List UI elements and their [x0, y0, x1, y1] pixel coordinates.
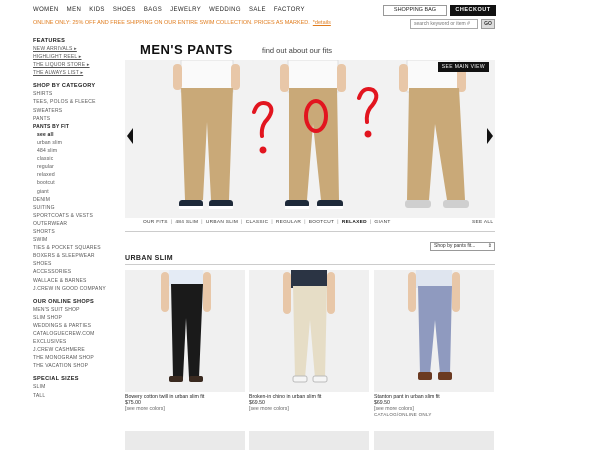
sidebar-item-shirts[interactable]: SHIRTS — [33, 90, 123, 98]
features-heading: FEATURES — [33, 38, 66, 44]
page-subtitle: find out about our fits — [262, 46, 333, 55]
sidebar-item-wallace-barnes[interactable]: WALLACE & BARNES — [33, 277, 123, 285]
promo-banner: ONLINE ONLY: 25% OFF AND FREE SHIPPING O… — [33, 20, 331, 26]
catalog-online-only-badge: CATALOG/ONLINE ONLY — [374, 412, 432, 417]
see-more-colors-link[interactable]: [see more colors] — [249, 406, 369, 412]
nav-factory[interactable]: FACTORY — [274, 7, 305, 13]
fit-urban-slim[interactable]: urban slim — [33, 139, 123, 147]
nav-men[interactable]: MEN — [67, 7, 82, 13]
fits-bar: OUR FITS | 484 SLIM | URBAN SLIM | CLASSIC |… — [143, 220, 391, 225]
sidebar-item-suit-shop[interactable]: MEN'S SUIT SHOP — [33, 306, 123, 314]
fit-bootcut[interactable]: bootcut — [33, 179, 123, 187]
sidebar-item-slim[interactable]: SLIM — [33, 383, 123, 391]
product-card[interactable]: Broken-in chino in urban slim fit $69.50… — [249, 270, 369, 412]
nav-sale[interactable]: SALE — [249, 7, 266, 13]
sidebar-item-highlight-reel[interactable]: HIGHLIGHT REEL ▸ — [33, 53, 123, 61]
see-all-link[interactable]: SEE ALL — [472, 220, 493, 225]
product-card[interactable]: Bowery cotton twill in urban slim fit $7… — [125, 270, 245, 412]
sidebar-item-always-list[interactable]: THE ALWAYS LIST ▸ — [33, 69, 123, 77]
fits-bar-regular[interactable]: REGULAR — [276, 220, 301, 225]
nav-shoes[interactable]: SHOES — [113, 7, 136, 13]
next-row-product-teaser — [249, 431, 369, 450]
sidebar-item-slim-shop[interactable]: SLIM SHOP — [33, 314, 123, 322]
hero-models-illustration — [173, 60, 469, 209]
nav-jewelry[interactable]: JEWELRY — [170, 7, 201, 13]
carousel-prev-icon[interactable] — [127, 128, 133, 144]
sidebar-item-pants-by-fit[interactable]: PANTS BY FIT — [33, 123, 123, 131]
sidebar: FEATURES NEW ARRIVALS ▸ HIGHLIGHT REEL ▸… — [33, 38, 123, 400]
hero-banner: SEE MAIN VIEW — [125, 60, 495, 218]
product-image[interactable] — [249, 270, 369, 392]
sidebar-item-vacation[interactable]: THE VACATION SHOP — [33, 362, 123, 370]
carousel-next-icon[interactable] — [487, 128, 493, 144]
product-card[interactable]: Stanton pant in urban slim fit $69.50 [s… — [374, 270, 494, 417]
sidebar-item-shoes[interactable]: SHOES — [33, 260, 123, 268]
section-title-divider — [125, 264, 495, 265]
fit-relaxed[interactable]: relaxed — [33, 171, 123, 179]
special-sizes-heading: SPECIAL SIZES — [33, 376, 79, 383]
fits-bar-relaxed[interactable]: RELAXED — [342, 220, 367, 225]
fits-bar-urban-slim[interactable]: URBAN SLIM — [206, 220, 238, 225]
nav-women[interactable]: WOMEN — [33, 7, 59, 13]
sidebar-item-shorts[interactable]: SHORTS — [33, 228, 123, 236]
top-nav: WOMEN MEN KIDS SHOES BAGS JEWELRY WEDDIN… — [33, 7, 305, 13]
sidebar-item-swim[interactable]: SWIM — [33, 236, 123, 244]
category-heading: SHOP BY CATEGORY — [33, 83, 96, 90]
sidebar-item-ties[interactable]: TIES & POCKET SQUARES — [33, 244, 123, 252]
sidebar-item-sportcoats[interactable]: SPORTCOATS & VESTS — [33, 212, 123, 220]
sort-select-label: Shop by pants fit... — [434, 243, 476, 249]
shopping-bag-button[interactable]: SHOPPING BAG — [383, 5, 447, 16]
promo-details-link[interactable]: *details — [313, 20, 331, 26]
model-center — [280, 60, 346, 209]
nav-wedding[interactable]: WEDDING — [209, 7, 241, 13]
nav-kids[interactable]: KIDS — [89, 7, 105, 13]
sidebar-item-sweaters[interactable]: SWEATERS — [33, 107, 123, 115]
search-go-button[interactable]: GO — [481, 19, 495, 29]
sidebar-item-cashmere[interactable]: J.CREW CASHMERE — [33, 346, 123, 354]
next-row-product-teaser — [125, 431, 245, 450]
page-title: MEN'S PANTS — [140, 42, 233, 57]
sidebar-item-cataloguecrew[interactable]: CATALOGUECREW.COM EXCLUSIVES — [33, 330, 123, 346]
sidebar-item-outerwear[interactable]: OUTERWEAR — [33, 220, 123, 228]
see-more-colors-link[interactable]: [see more colors] — [125, 406, 245, 412]
checkout-button[interactable]: CHECKOUT — [450, 5, 496, 16]
promo-text: ONLINE ONLY: 25% OFF AND FREE SHIPPING O… — [33, 20, 310, 26]
sidebar-item-pants[interactable]: PANTS — [33, 115, 123, 123]
sidebar-item-in-good-company[interactable]: J.CREW IN GOOD COMPANY — [33, 285, 123, 293]
product-image[interactable] — [374, 270, 494, 392]
sort-by-fit-select[interactable]: Shop by pants fit... ⇕ — [430, 242, 495, 251]
fits-bar-classic[interactable]: CLASSIC — [246, 220, 269, 225]
see-main-view-button[interactable]: SEE MAIN VIEW — [437, 62, 489, 72]
sidebar-item-tall[interactable]: TALL — [33, 392, 123, 400]
nav-bags[interactable]: BAGS — [144, 7, 162, 13]
sidebar-item-liquor-store[interactable]: THE LIQUOR STORE ▸ — [33, 61, 123, 69]
chevron-updown-icon: ⇕ — [487, 243, 492, 249]
sidebar-item-monogram[interactable]: THE MONOGRAM SHOP — [33, 354, 123, 362]
next-row-product-teaser — [374, 431, 494, 450]
model-right — [399, 60, 469, 208]
fits-bar-our-fits: OUR FITS — [143, 220, 168, 225]
sidebar-item-suiting[interactable]: SUITING — [33, 204, 123, 212]
model-left — [173, 60, 240, 209]
fit-see-all[interactable]: see all — [33, 131, 123, 139]
fits-bar-484-slim[interactable]: 484 SLIM — [175, 220, 198, 225]
fit-classic[interactable]: classic — [33, 155, 123, 163]
fits-bar-giant[interactable]: GIANT — [374, 220, 390, 225]
sidebar-item-tees[interactable]: TEES, POLOS & FLEECE — [33, 98, 123, 106]
sidebar-item-denim[interactable]: DENIM — [33, 196, 123, 204]
fits-bar-bootcut[interactable]: BOOTCUT — [309, 220, 335, 225]
search-input[interactable] — [410, 19, 478, 29]
fit-giant[interactable]: giant — [33, 188, 123, 196]
product-image[interactable] — [125, 270, 245, 392]
sidebar-item-accessories[interactable]: ACCESSORIES — [33, 268, 123, 276]
section-title: URBAN SLIM — [125, 255, 173, 262]
fit-484-slim[interactable]: 484 slim — [33, 147, 123, 155]
online-shops-heading: OUR ONLINE SHOPS — [33, 298, 95, 305]
section-divider — [125, 231, 495, 232]
sidebar-item-boxers[interactable]: BOXERS & SLEEPWEAR — [33, 252, 123, 260]
sidebar-item-weddings[interactable]: WEDDINGS & PARTIES — [33, 322, 123, 330]
sidebar-item-new-arrivals[interactable]: NEW ARRIVALS ▸ — [33, 45, 123, 53]
fit-regular[interactable]: regular — [33, 163, 123, 171]
